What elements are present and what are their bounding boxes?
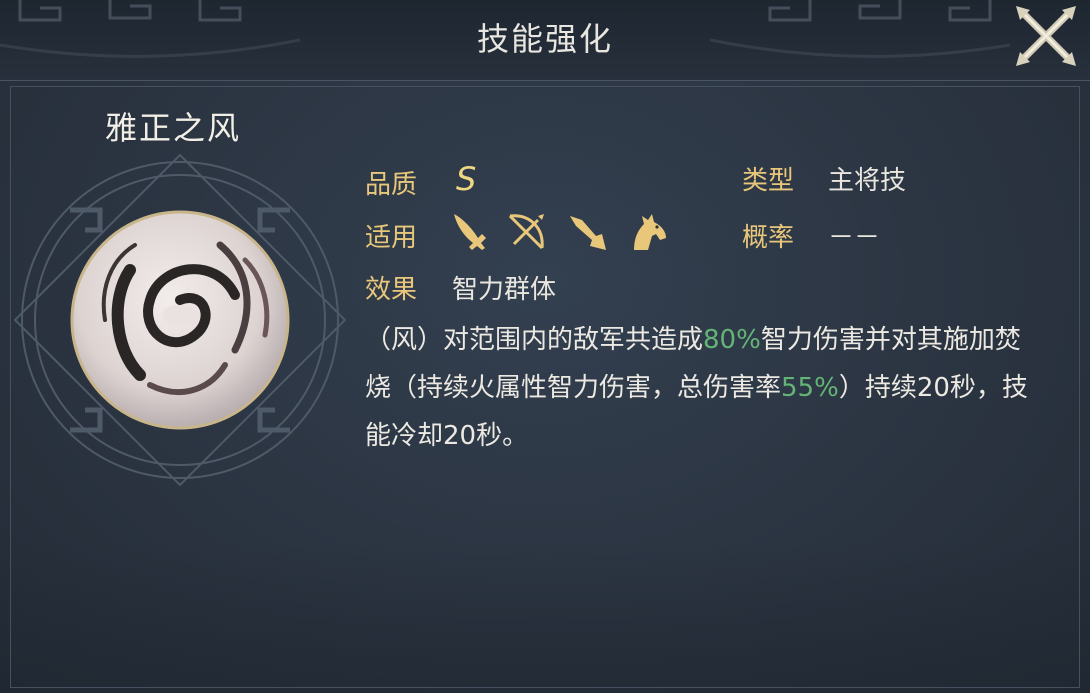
close-icon[interactable] (1010, 0, 1082, 72)
effect-label: 效果 (365, 275, 418, 305)
page-title: 技能强化 (476, 20, 613, 58)
quality-label: 品质 (365, 170, 418, 200)
quality-value: S (456, 160, 477, 198)
description-text-1: （风）对范围内的敌军共造成 (365, 325, 704, 355)
bow-icon (508, 214, 544, 250)
applicable-label: 适用 (365, 223, 418, 253)
chance-value: －－ (828, 223, 881, 253)
horse-icon (634, 214, 666, 250)
description-percent-1: 80% (703, 325, 761, 355)
skill-emblem (13, 153, 347, 487)
skill-name: 雅正之风 (105, 109, 242, 147)
effect-value: 智力群体 (452, 275, 557, 305)
skill-description: （风）对范围内的敌军共造成80%智力伤害并对其施加焚烧（持续火属性智力伤害，总伤… (365, 316, 1045, 460)
sword-icon (454, 214, 486, 250)
chance-label: 概率 (742, 223, 795, 253)
description-percent-2: 55% (781, 373, 839, 403)
skill-enhance-panel: 技能强化 雅正之风 品质 S 类型 主将技 适用 概率 －－ 效果 智力群体 （… (0, 0, 1090, 693)
spear-icon (570, 216, 606, 250)
header-bar: 技能强化 (0, 0, 1090, 81)
type-label: 类型 (742, 166, 795, 196)
type-value: 主将技 (828, 166, 907, 196)
